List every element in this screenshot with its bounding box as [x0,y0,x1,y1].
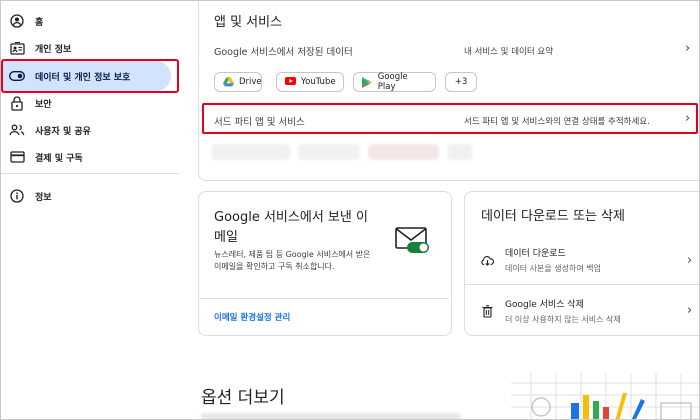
sidebar-item-label: 홈 [35,17,44,28]
drive-icon [223,76,234,88]
download-card-divider [465,284,699,285]
chip-label: Drive [239,77,262,87]
youtube-icon [285,76,296,88]
stored-data-desc: 내 서비스 및 데이터 요약 [464,47,554,57]
apps-services-title: 앱 및 서비스 [214,15,283,30]
sidebar-item-people-sharing[interactable]: 사용자 및 공유 [1,115,91,145]
download-card-title: 데이터 다운로드 또는 삭제 [481,209,625,224]
sidebar-item-label: 사용자 및 공유 [35,126,91,137]
cloud-download-icon [481,251,495,270]
sidebar-item-data-privacy[interactable]: 데이터 및 개인 정보 보호 [1,61,171,91]
more-options-title: 옵션 더보기 [201,388,285,408]
sidebar-divider [1,173,179,174]
email-card-title-line: 메일 [214,230,238,245]
chevron-right-icon[interactable]: › [687,253,692,268]
email-card-title: Google 서비스에서 보낸 이 메일 [214,208,368,248]
chip-label: YouTube [301,77,336,87]
sidebar-item-home[interactable]: 홈 [1,6,43,36]
sidebar-item-payments[interactable]: 결제 및 구독 [1,142,83,172]
chip-youtube[interactable]: YouTube [276,72,344,92]
chip-label: Google Play [377,72,408,92]
stored-data-label[interactable]: Google 서비스에서 저장된 데이터 [214,44,353,58]
chip-label: +3 [454,77,468,87]
credit-card-icon [9,149,25,165]
chevron-right-icon[interactable]: › [685,111,690,126]
sidebar-item-label: 결제 및 구독 [35,153,83,164]
google-play-icon [362,76,373,88]
sidebar-item-about[interactable]: 정보 [1,181,52,211]
sidebar-item-label: 개인 정보 [35,44,72,55]
email-card-desc-line: 뉴스레터, 제품 팁 등 Google 서비스에서 받은 [214,250,371,259]
toggle-icon [9,68,25,84]
lock-icon [9,95,25,111]
email-preferences-link[interactable]: 이메일 환경설정 관리 [214,311,290,323]
mail-toggle-icon [395,225,431,259]
sidebar-item-label: 데이터 및 개인 정보 보호 [35,72,131,83]
blurred-app-chip [211,144,291,160]
blurred-app-chip [368,144,439,160]
chevron-right-icon[interactable]: › [687,303,692,318]
email-card-title-line: Google 서비스에서 보낸 이 [214,210,368,225]
sidebar-item-label: 보안 [35,99,52,110]
sidebar-item-security[interactable]: 보안 [1,88,52,118]
delete-service-title[interactable]: Google 서비스 삭제 [505,297,584,310]
people-icon [9,122,25,138]
blurred-app-chip [447,144,473,160]
blurred-description [201,413,461,419]
third-party-label[interactable]: 서드 파티 앱 및 서비스 [214,114,305,128]
download-data-sub: 데이터 사본을 생성하여 백업 [505,264,601,273]
info-icon [9,188,25,204]
trash-icon [482,303,493,322]
chip-drive[interactable]: Drive [214,72,262,92]
illustration-tools [511,373,699,419]
delete-service-sub: 더 이상 사용하지 않는 서비스 삭제 [505,315,621,324]
sidebar: 홈 개인 정보 데이터 및 개인 정보 보호 보안 사용자 및 공유 결제 및 … [1,1,186,419]
chevron-right-icon[interactable]: › [685,41,690,56]
sidebar-item-label: 정보 [35,192,52,203]
app-frame: 홈 개인 정보 데이터 및 개인 정보 보호 보안 사용자 및 공유 결제 및 … [0,0,700,420]
blurred-app-chip [298,144,360,160]
chip-more[interactable]: +3 [445,72,477,92]
third-party-desc: 서드 파티 앱 및 서비스와의 연결 상태를 추적하세요. [464,117,650,127]
download-data-title[interactable]: 데이터 다운로드 [505,246,566,259]
home-account-icon [9,13,25,29]
email-card-desc-line: 이메일을 확인하고 구독 취소합니다. [214,262,335,271]
email-card-divider [199,298,449,299]
chip-google-play[interactable]: Google Play [353,72,436,92]
sidebar-item-personal-info[interactable]: 개인 정보 [1,33,71,63]
id-card-icon [9,40,25,56]
email-card-desc: 뉴스레터, 제품 팁 등 Google 서비스에서 받은 이메일을 확인하고 구… [214,249,370,273]
